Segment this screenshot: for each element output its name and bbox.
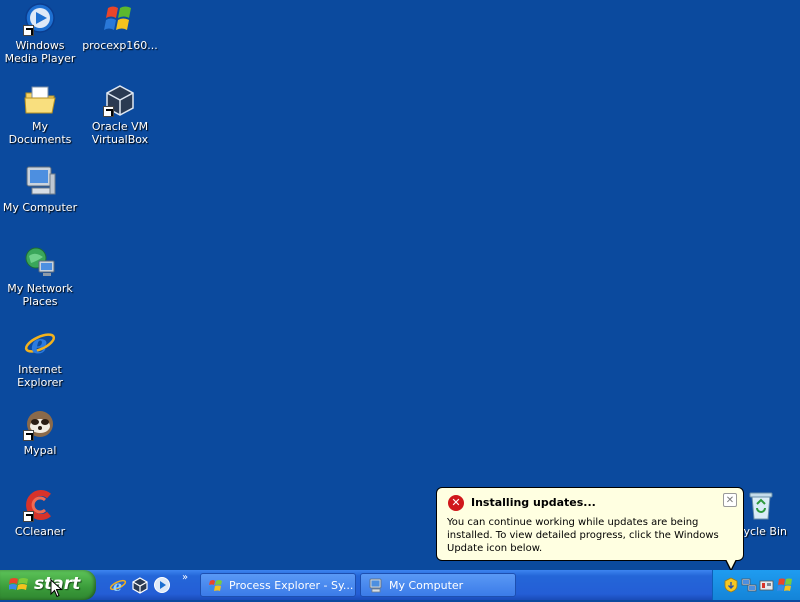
media-player-icon[interactable] <box>153 576 171 594</box>
desktop[interactable]: Windows Media Player procexp160... My Do… <box>0 0 800 572</box>
mouse-pointer-icon <box>50 578 63 598</box>
desktop-icon-procexp[interactable]: procexp160... <box>80 2 160 52</box>
windows-logo-icon <box>8 576 29 594</box>
error-icon: ✕ <box>448 495 464 511</box>
shortcut-arrow-icon <box>103 106 114 117</box>
balloon-title: Installing updates... <box>471 496 596 509</box>
ccleaner-icon <box>23 488 57 522</box>
notification-balloon[interactable]: ✕ Installing updates... ✕ You can contin… <box>436 487 744 572</box>
desktop-icon-internet-explorer[interactable]: e Internet Explorer <box>0 326 80 389</box>
network-places-icon <box>23 245 57 279</box>
internet-explorer-icon: e <box>23 326 57 360</box>
desktop-icon-label: My Network Places <box>7 282 73 308</box>
desktop-icon-ccleaner[interactable]: CCleaner <box>0 488 80 538</box>
balloon-message: You can continue working while updates a… <box>447 517 719 554</box>
taskbar-button-process-explorer[interactable]: Process Explorer - Sy... <box>200 573 356 597</box>
network-icon[interactable] <box>741 577 757 593</box>
desktop-icon-my-documents[interactable]: My Documents <box>0 83 80 146</box>
windows-update-icon[interactable] <box>723 577 739 593</box>
desktop-icon-label: procexp160... <box>82 39 158 52</box>
system-tray <box>712 570 800 600</box>
desktop-icon-label: Mypal <box>23 444 57 457</box>
media-player-icon <box>23 2 57 36</box>
desktop-icon-label: My Documents <box>8 120 72 146</box>
documents-folder-icon <box>23 83 57 117</box>
start-button[interactable]: start <box>0 570 96 600</box>
internet-explorer-icon[interactable]: e <box>109 576 127 595</box>
safely-remove-hardware-icon[interactable] <box>759 577 775 593</box>
desktop-icon-label: Windows Media Player <box>4 39 76 65</box>
taskbar: start e » Process Explorer - Sy... My Co… <box>0 570 800 600</box>
computer-icon <box>23 164 57 198</box>
svg-text:e: e <box>31 330 48 360</box>
process-explorer-icon <box>103 2 137 36</box>
security-center-icon[interactable] <box>777 577 793 593</box>
taskbar-button-label: My Computer <box>389 579 464 592</box>
recycle-bin-icon <box>744 488 778 522</box>
computer-icon <box>368 578 384 594</box>
shortcut-arrow-icon <box>23 430 34 441</box>
desktop-icon-label: CCleaner <box>14 525 66 538</box>
desktop-icon-virtualbox[interactable]: Oracle VM VirtualBox <box>80 83 160 146</box>
mypal-icon <box>23 407 57 441</box>
desktop-icon-label: Oracle VM VirtualBox <box>91 120 149 146</box>
quick-launch-chevron[interactable]: » <box>182 572 188 583</box>
desktop-icon-mypal[interactable]: Mypal <box>0 407 80 457</box>
shortcut-arrow-icon <box>23 511 34 522</box>
process-explorer-icon <box>208 578 224 594</box>
svg-text:e: e <box>113 579 122 594</box>
desktop-icon-label: My Computer <box>2 201 78 214</box>
desktop-icon-my-computer[interactable]: My Computer <box>0 164 80 214</box>
virtualbox-icon <box>103 83 137 117</box>
shortcut-arrow-icon <box>23 25 34 36</box>
taskbar-button-label: Process Explorer - Sy... <box>229 579 354 592</box>
virtualbox-icon[interactable] <box>131 576 149 594</box>
desktop-icon-my-network-places[interactable]: My Network Places <box>0 245 80 308</box>
close-icon[interactable]: ✕ <box>723 493 737 507</box>
desktop-icon-windows-media-player[interactable]: Windows Media Player <box>0 2 80 65</box>
desktop-icon-label: Internet Explorer <box>17 363 63 389</box>
taskbar-button-my-computer[interactable]: My Computer <box>360 573 516 597</box>
